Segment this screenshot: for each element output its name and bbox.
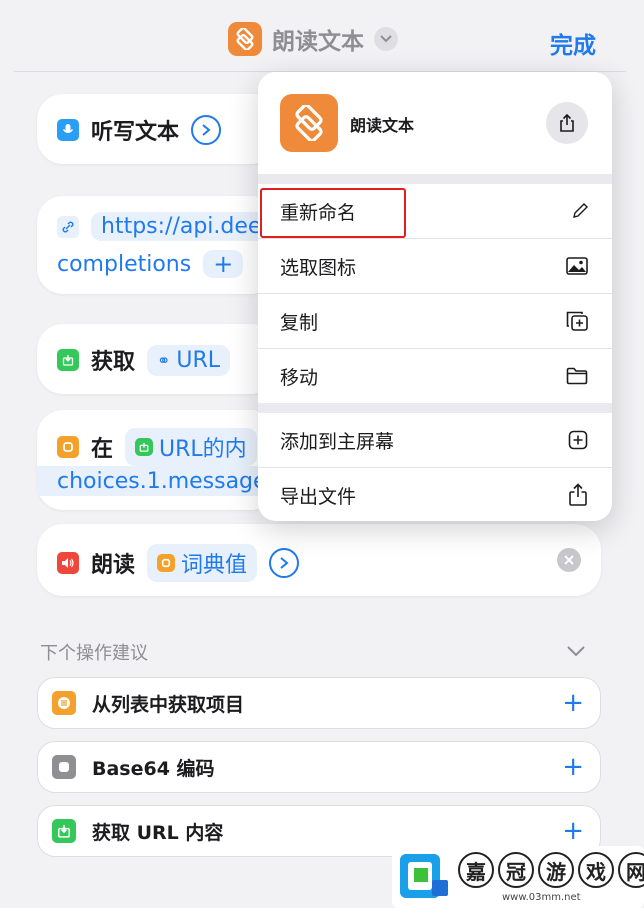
menu-shortcut-title: 朗读文本 bbox=[350, 116, 415, 135]
shortcut-title: 朗读文本 bbox=[272, 29, 364, 55]
remove-action-button[interactable] bbox=[557, 548, 581, 572]
link-icon: ⚭ bbox=[157, 350, 171, 370]
suggestions-heading: 下个操作建议 bbox=[40, 643, 148, 664]
highlight-box bbox=[260, 188, 406, 238]
dictionary-icon bbox=[157, 554, 176, 572]
close-icon bbox=[564, 555, 574, 565]
dictionary-key[interactable]: choices.1.message bbox=[57, 469, 267, 494]
suggestion-get-item-from-list[interactable]: 从列表中获取项目 + bbox=[37, 677, 601, 729]
speaker-icon bbox=[57, 552, 79, 574]
menu-item-export-file[interactable]: 导出文件 bbox=[258, 468, 612, 521]
duplicate-icon bbox=[566, 311, 588, 331]
action-dictate-text[interactable]: 听写文本 bbox=[37, 94, 277, 164]
menu-item-label: 移动 bbox=[280, 366, 319, 389]
menu-item-label: 导出文件 bbox=[280, 485, 357, 508]
share-button[interactable] bbox=[546, 102, 588, 144]
add-icon[interactable]: + bbox=[562, 754, 584, 780]
image-icon bbox=[566, 257, 588, 275]
menu-item-choose-icon[interactable]: 选取图标 bbox=[258, 239, 612, 293]
share-icon bbox=[560, 114, 574, 132]
shortcut-title-button[interactable]: 朗读文本 bbox=[228, 22, 398, 56]
action-label: 在 bbox=[91, 437, 114, 462]
download-icon bbox=[57, 349, 79, 371]
dictionary-value-pill[interactable]: 词典值 bbox=[147, 544, 258, 582]
shortcut-app-icon bbox=[228, 22, 262, 56]
action-get-url-contents[interactable]: 获取 ⚭ URL bbox=[37, 324, 277, 394]
chevron-down-icon[interactable] bbox=[374, 27, 398, 51]
suggestion-label: 获取 URL 内容 bbox=[92, 821, 224, 844]
list-icon bbox=[52, 691, 76, 715]
action-url[interactable]: https://api.dee completions + bbox=[37, 196, 277, 294]
watermark-char: 嘉 bbox=[458, 852, 494, 888]
url-contents-variable-pill[interactable]: URL的内 bbox=[125, 428, 257, 466]
menu-item-label: 选取图标 bbox=[280, 256, 357, 279]
action-get-dictionary-value[interactable]: 在 URL的内 choices.1.message bbox=[37, 410, 277, 510]
add-icon[interactable]: + bbox=[203, 250, 244, 278]
watermark-char: 网 bbox=[618, 852, 644, 888]
shortcut-context-menu: 朗读文本 重新命名 选取图标 复制 移动 添加到主屏幕 导出文件 bbox=[258, 72, 612, 521]
base64-icon bbox=[52, 755, 76, 779]
menu-item-label: 复制 bbox=[280, 311, 319, 334]
url-value[interactable]: https://api.dee bbox=[91, 212, 272, 241]
suggestion-label: 从列表中获取项目 bbox=[92, 693, 245, 716]
dictionary-icon bbox=[57, 436, 79, 458]
action-label: 获取 bbox=[91, 350, 136, 375]
watermark: 嘉 冠 游 戏 网 www.03mm.net bbox=[392, 846, 644, 908]
action-label: 朗读 bbox=[91, 553, 136, 578]
watermark-chars: 嘉 冠 游 戏 网 bbox=[458, 852, 644, 888]
download-icon bbox=[52, 819, 76, 843]
menu-item-add-to-home-screen[interactable]: 添加到主屏幕 bbox=[258, 413, 612, 467]
menu-divider bbox=[258, 174, 612, 184]
nav-bar: 朗读文本 完成 bbox=[14, 8, 626, 72]
variable-label: URL的内 bbox=[159, 437, 247, 462]
watermark-char: 冠 bbox=[498, 852, 534, 888]
folder-icon bbox=[566, 367, 588, 385]
menu-divider bbox=[258, 403, 612, 413]
link-icon bbox=[57, 215, 79, 238]
watermark-char: 游 bbox=[538, 852, 574, 888]
suggestion-base64-encode[interactable]: Base64 编码 + bbox=[37, 741, 601, 793]
variable-label: 词典值 bbox=[181, 553, 248, 578]
watermark-char: 戏 bbox=[578, 852, 614, 888]
menu-header: 朗读文本 bbox=[258, 72, 612, 174]
url-value-continued[interactable]: completions bbox=[57, 252, 191, 277]
expand-arrow-icon[interactable] bbox=[191, 115, 222, 145]
menu-item-label: 添加到主屏幕 bbox=[280, 430, 395, 453]
url-variable-label: URL bbox=[176, 347, 221, 373]
menu-item-duplicate[interactable]: 复制 bbox=[258, 294, 612, 348]
add-square-icon bbox=[568, 430, 588, 450]
action-label: 听写文本 bbox=[91, 120, 180, 145]
menu-item-move[interactable]: 移动 bbox=[258, 349, 612, 403]
pencil-icon bbox=[573, 203, 588, 218]
watermark-logo bbox=[398, 850, 450, 904]
url-variable-pill[interactable]: ⚭ URL bbox=[147, 344, 231, 376]
shortcut-app-icon bbox=[280, 94, 338, 152]
add-icon[interactable]: + bbox=[562, 690, 584, 716]
done-button[interactable]: 完成 bbox=[550, 26, 596, 60]
expand-arrow-icon[interactable] bbox=[269, 548, 300, 578]
share-icon bbox=[569, 483, 587, 506]
suggestion-label: Base64 编码 bbox=[92, 757, 215, 780]
chevron-down-icon bbox=[567, 646, 585, 657]
download-icon bbox=[135, 438, 154, 456]
suggestions-collapse-button[interactable] bbox=[566, 642, 586, 661]
watermark-url: www.03mm.net bbox=[502, 892, 581, 903]
microphone-icon bbox=[57, 119, 79, 141]
add-icon[interactable]: + bbox=[562, 818, 584, 844]
action-speak-text[interactable]: 朗读 词典值 bbox=[37, 524, 601, 596]
